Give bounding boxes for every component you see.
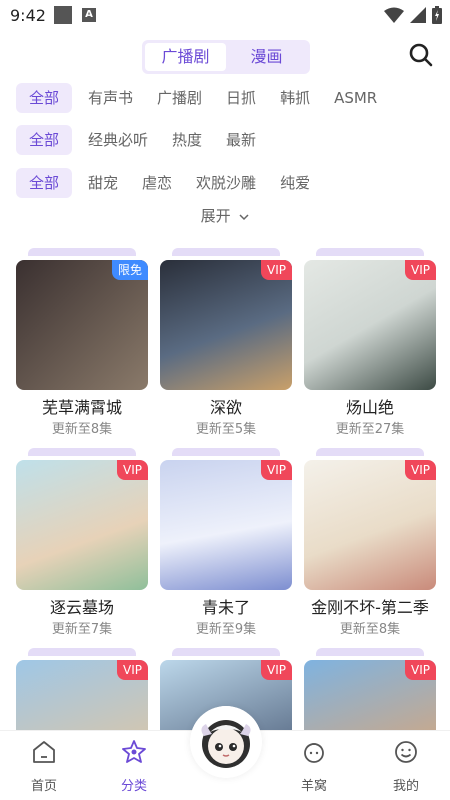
filter-chip[interactable]: 甜宠: [88, 168, 130, 198]
nav-label: 我的: [392, 779, 419, 794]
category-icon: [122, 740, 146, 763]
card-episode-count: 更新至8集: [339, 622, 401, 637]
cover-image: 限免: [16, 260, 148, 390]
header: 广播剧 漫画: [0, 38, 450, 76]
vip-badge: VIP: [405, 260, 436, 280]
content-card[interactable]: VIP 深欲 更新至5集: [160, 248, 292, 438]
content-card[interactable]: VIP 炀山绝 更新至27集: [304, 248, 436, 438]
filter-chip[interactable]: 最新: [226, 125, 268, 155]
status-time: 9:42: [10, 5, 46, 25]
nav-label: 羊窝: [300, 779, 327, 794]
card-title: 芜草满霄城: [41, 398, 122, 417]
card-title: 炀山绝: [345, 398, 394, 417]
cover-image: VIP: [304, 460, 436, 590]
chevron-down-icon: [239, 214, 249, 221]
vip-badge: VIP: [405, 460, 436, 480]
filter-row-genre: 全部 甜宠 虐恋 欢脱沙雕 纯爱: [16, 168, 334, 198]
cover-image: VIP: [160, 460, 292, 590]
card-title: 青未了: [201, 598, 250, 617]
filter-chip[interactable]: 全部: [16, 83, 73, 113]
filter-chip[interactable]: 有声书: [88, 83, 145, 113]
card-episode-count: 更新至7集: [51, 622, 113, 637]
filter-chip[interactable]: 虐恋: [142, 168, 184, 198]
mascot-avatar-icon: [190, 706, 262, 778]
sheep-icon: [304, 743, 324, 763]
notification-icon: [53, 6, 72, 24]
wifi-icon: [384, 7, 404, 23]
card-title: 逐云墓场: [49, 598, 114, 617]
vip-badge: VIP: [117, 660, 148, 680]
filter-chip[interactable]: 全部: [16, 168, 73, 198]
status-icons: [384, 6, 442, 24]
filter-chip[interactable]: 韩抓: [280, 83, 322, 113]
cover-image: VIP: [16, 460, 148, 590]
center-mascot-button[interactable]: [190, 706, 262, 778]
signal-icon: [410, 7, 426, 23]
filter-chip[interactable]: 广播剧: [157, 83, 214, 113]
filter-chip[interactable]: 热度: [172, 125, 214, 155]
vip-badge: VIP: [261, 260, 292, 280]
content-card[interactable]: VIP 逐云墓场 更新至7集: [16, 448, 148, 638]
nav-label: 分类: [120, 779, 147, 794]
content-type-tabs: 广播剧 漫画: [142, 40, 310, 74]
card-title: 金刚不坏-第二季: [311, 598, 429, 617]
status-bar: 9:42 A: [0, 0, 450, 30]
card-episode-count: 更新至5集: [195, 422, 257, 437]
vip-badge: VIP: [405, 660, 436, 680]
expand-filters-button[interactable]: 展开: [0, 204, 450, 228]
nav-home[interactable]: 首页: [14, 739, 74, 794]
vip-badge: VIP: [261, 460, 292, 480]
nav-sheep-nest[interactable]: 羊窝: [284, 739, 344, 794]
free-badge: 限免: [111, 260, 148, 280]
card-episode-count: 更新至9集: [195, 622, 257, 637]
app-notification-icon: A: [81, 8, 96, 22]
filter-chip[interactable]: 经典必听: [88, 125, 160, 155]
card-episode-count: 更新至8集: [51, 422, 113, 437]
filter-chip[interactable]: 全部: [16, 125, 73, 155]
filter-chip[interactable]: ASMR: [334, 83, 389, 113]
tab-comics[interactable]: 漫画: [226, 43, 307, 71]
vip-badge: VIP: [117, 460, 148, 480]
battery-icon: [432, 6, 442, 24]
search-icon[interactable]: [408, 42, 434, 68]
expand-label: 展开: [200, 207, 231, 225]
nav-category[interactable]: 分类: [104, 739, 164, 794]
cover-image: VIP: [304, 260, 436, 390]
filter-chip[interactable]: 纯爱: [280, 168, 322, 198]
filter-chip[interactable]: 日抓: [226, 83, 268, 113]
tab-radio-drama[interactable]: 广播剧: [145, 43, 226, 71]
content-card[interactable]: VIP 金刚不坏-第二季 更新至8集: [304, 448, 436, 638]
cover-image: VIP: [160, 260, 292, 390]
filter-row-sort: 全部 经典必听 热度 最新: [16, 125, 280, 155]
nav-profile[interactable]: 我的: [376, 739, 436, 794]
card-episode-count: 更新至27集: [335, 422, 405, 437]
content-card[interactable]: VIP 青未了 更新至9集: [160, 448, 292, 638]
nav-label: 首页: [30, 779, 57, 794]
home-icon: [33, 741, 55, 763]
filter-row-type: 全部 有声书 广播剧 日抓 韩抓 ASMR: [16, 83, 401, 113]
content-card[interactable]: 限免 芜草满霄城 更新至8集: [16, 248, 148, 438]
profile-icon: [395, 741, 417, 763]
vip-badge: VIP: [261, 660, 292, 680]
card-title: 深欲: [209, 398, 242, 417]
filter-chip[interactable]: 欢脱沙雕: [196, 168, 268, 198]
